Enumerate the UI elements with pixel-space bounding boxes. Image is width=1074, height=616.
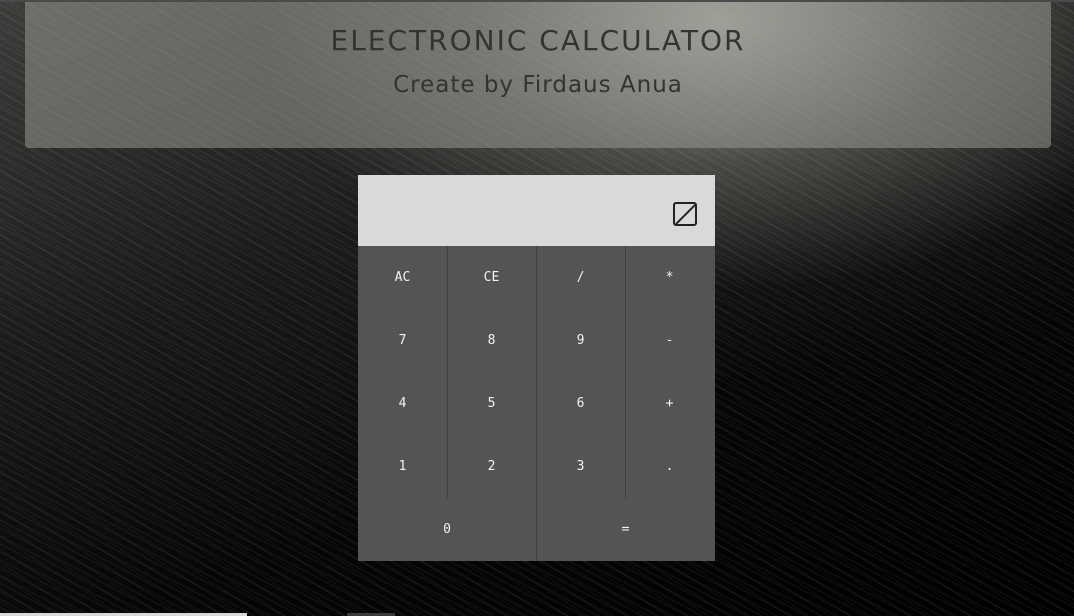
all-clear-button[interactable]: AC [358, 246, 447, 309]
calculator: AC CE / * 7 8 9 - 4 5 6 + 1 2 3 . 0 = [358, 175, 715, 561]
page: ELECTRONIC CALCULATOR Create by Firdaus … [0, 0, 1074, 616]
digit-2-button[interactable]: 2 [447, 435, 536, 498]
divide-button[interactable]: / [536, 246, 625, 309]
digit-6-button[interactable]: 6 [536, 372, 625, 435]
digit-0-button[interactable]: 0 [358, 498, 536, 561]
zero-slashed-icon [673, 202, 697, 226]
digit-7-button[interactable]: 7 [358, 309, 447, 372]
digit-4-button[interactable]: 4 [358, 372, 447, 435]
page-title: ELECTRONIC CALCULATOR [330, 24, 746, 57]
clear-entry-button[interactable]: CE [447, 246, 536, 309]
plus-button[interactable]: + [625, 372, 714, 435]
page-subtitle: Create by Firdaus Anua [393, 72, 683, 98]
decimal-button[interactable]: . [625, 435, 714, 498]
header: ELECTRONIC CALCULATOR Create by Firdaus … [25, 2, 1051, 148]
digit-5-button[interactable]: 5 [447, 372, 536, 435]
keypad: AC CE / * 7 8 9 - 4 5 6 + 1 2 3 . 0 = [358, 246, 715, 561]
minus-button[interactable]: - [625, 309, 714, 372]
calculator-display [358, 175, 715, 246]
multiply-button[interactable]: * [625, 246, 714, 309]
digit-8-button[interactable]: 8 [447, 309, 536, 372]
digit-1-button[interactable]: 1 [358, 435, 447, 498]
equals-button[interactable]: = [536, 498, 715, 561]
digit-3-button[interactable]: 3 [536, 435, 625, 498]
digit-9-button[interactable]: 9 [536, 309, 625, 372]
